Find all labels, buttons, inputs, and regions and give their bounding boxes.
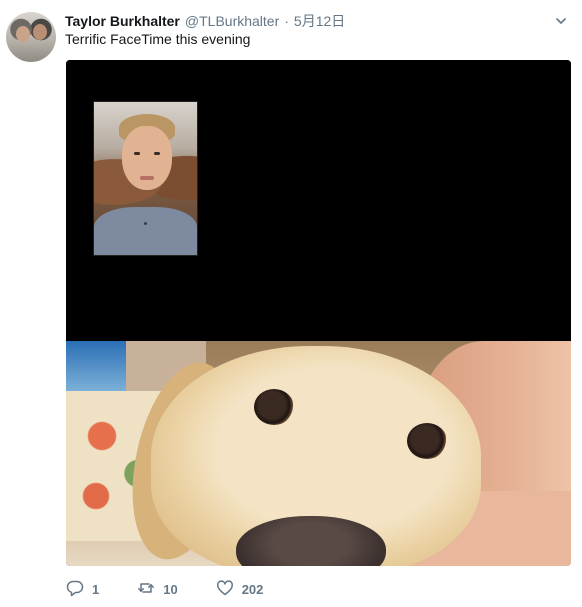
retweet-icon [137, 579, 155, 600]
avatar-person-right [33, 24, 47, 40]
reply-button[interactable]: 1 [66, 579, 99, 600]
avatar[interactable] [6, 12, 56, 62]
pip-eye-right [154, 152, 160, 155]
heart-icon [216, 579, 234, 600]
header-separator: · [284, 13, 289, 29]
like-button[interactable]: 202 [216, 579, 264, 600]
pip-shirt-button [144, 222, 147, 225]
tweet[interactable]: Taylor Burkhalter @TLBurkhalter · 5月12日 … [0, 0, 582, 607]
tweet-media-image[interactable] [66, 60, 571, 566]
chevron-down-icon[interactable] [556, 13, 566, 24]
like-count: 202 [241, 581, 264, 597]
dog-eye-right [407, 423, 447, 459]
tweet-text: Terrific FaceTime this evening [65, 31, 251, 47]
retweet-button[interactable]: 10 [137, 579, 178, 600]
tweet-header: Taylor Burkhalter @TLBurkhalter · 5月12日 [65, 11, 345, 29]
facetime-dog-view [66, 341, 571, 566]
avatar-person-left [16, 26, 30, 42]
reply-count: 1 [92, 581, 100, 597]
pip-face [122, 126, 172, 190]
pip-shirt [94, 207, 197, 255]
reply-icon [66, 579, 84, 600]
dog-eye-left [254, 389, 294, 425]
author-handle[interactable]: @TLBurkhalter [185, 13, 279, 29]
pip-eye-left [134, 152, 140, 155]
facetime-black-area [66, 60, 571, 341]
author-name[interactable]: Taylor Burkhalter [65, 13, 180, 29]
pip-mouth [140, 176, 154, 180]
tweet-date[interactable]: 5月12日 [294, 11, 345, 31]
background-window [66, 341, 126, 391]
retweet-count: 10 [163, 581, 178, 597]
facetime-self-view [93, 101, 198, 256]
tweet-actions: 1 10 202 [66, 579, 301, 599]
